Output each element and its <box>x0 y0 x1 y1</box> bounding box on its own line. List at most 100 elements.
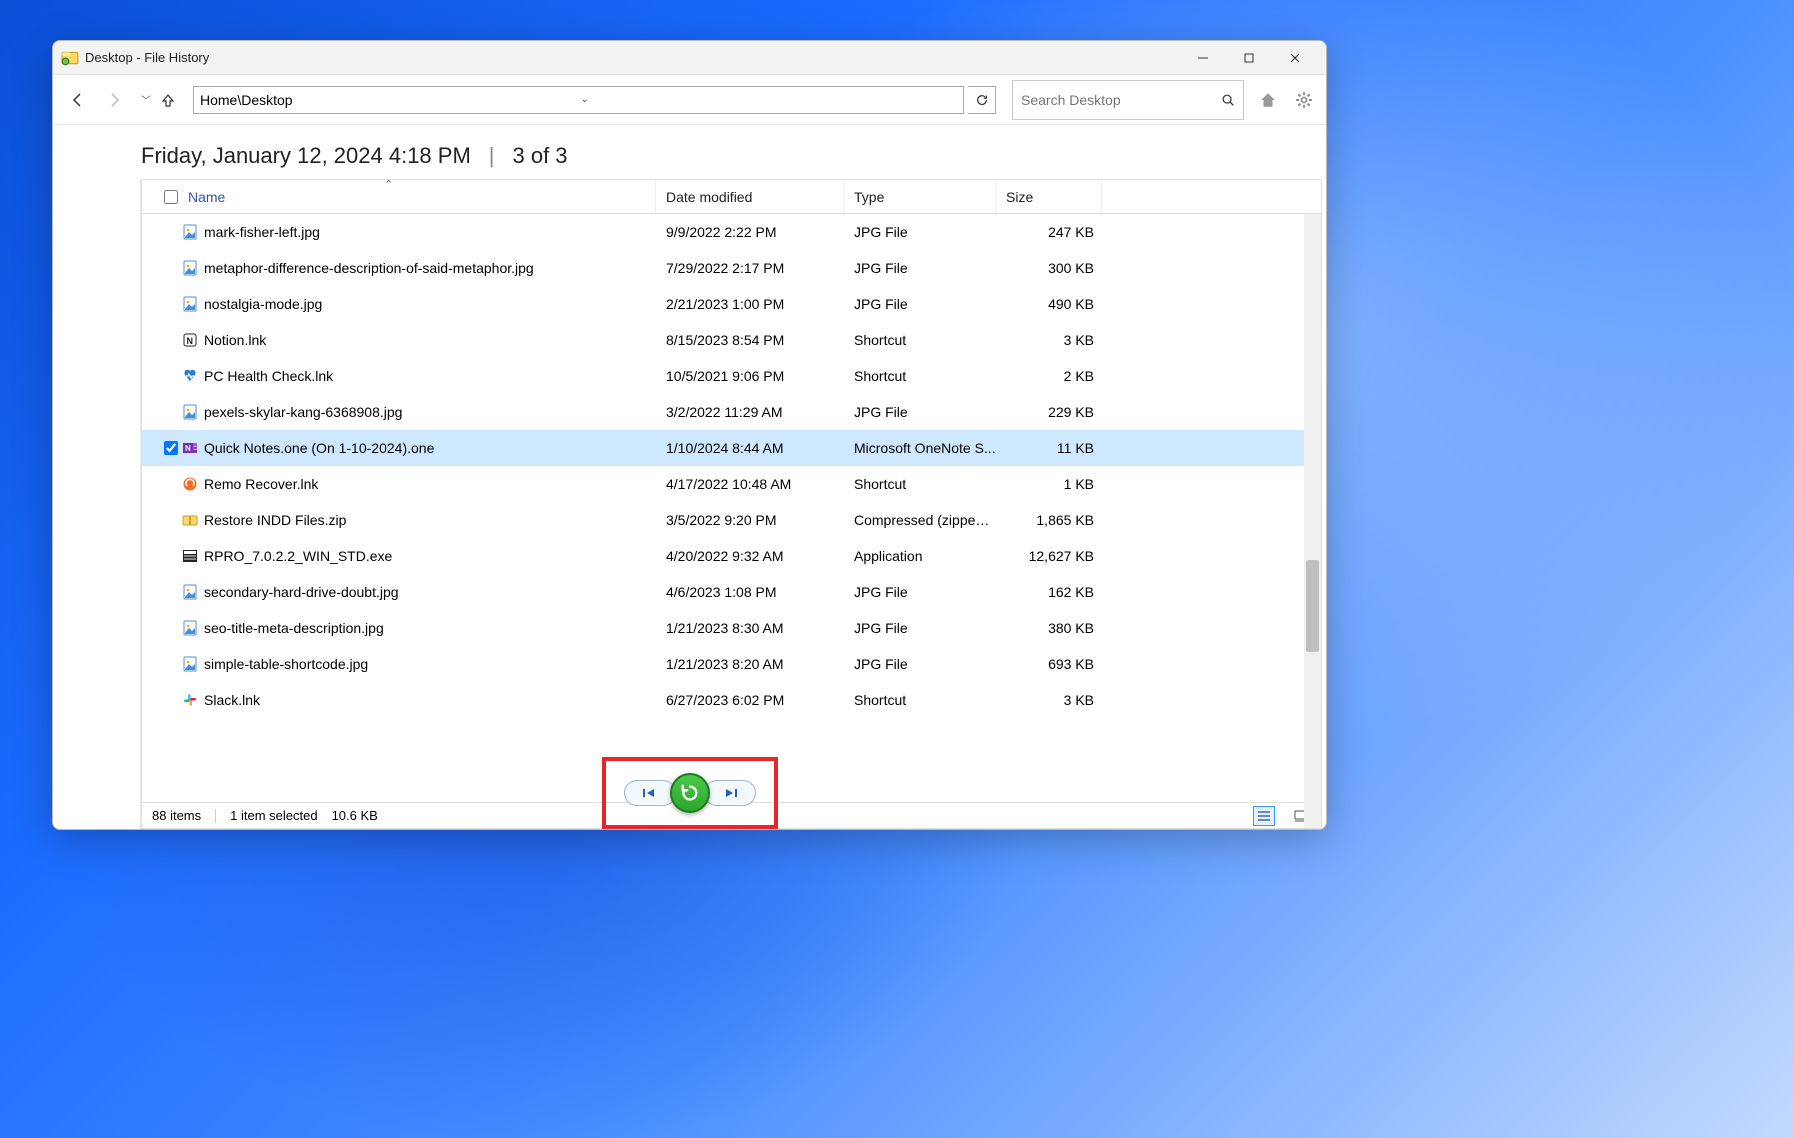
scroll-thumb[interactable] <box>1306 560 1319 652</box>
back-button[interactable] <box>63 85 93 115</box>
gear-icon[interactable] <box>1292 88 1316 112</box>
file-date: 6/27/2023 6:02 PM <box>656 692 844 708</box>
column-date[interactable]: Date modified <box>656 180 844 213</box>
table-row[interactable]: mark-fisher-left.jpg9/9/2022 2:22 PMJPG … <box>142 214 1321 250</box>
forward-button[interactable] <box>99 85 129 115</box>
version-timestamp: Friday, January 12, 2024 4:18 PM <box>141 143 471 169</box>
file-name: simple-table-shortcode.jpg <box>204 656 368 672</box>
file-size: 3 KB <box>996 692 1102 708</box>
status-selected-size: 10.6 KB <box>332 808 378 823</box>
file-name: metaphor-difference-description-of-said-… <box>204 260 534 276</box>
recent-dropdown-icon[interactable]: ﹀ <box>141 92 151 107</box>
table-row[interactable]: nostalgia-mode.jpg2/21/2023 1:00 PMJPG F… <box>142 286 1321 322</box>
table-row[interactable]: simple-table-shortcode.jpg1/21/2023 8:20… <box>142 646 1321 682</box>
table-row[interactable]: pexels-skylar-kang-6368908.jpg3/2/2022 1… <box>142 394 1321 430</box>
table-row[interactable]: RPRO_7.0.2.2_WIN_STD.exe 4/20/2022 9:32 A… <box>142 538 1321 574</box>
refresh-button[interactable] <box>968 86 996 114</box>
table-row[interactable]: Restore INDD Files.zip3/5/2022 9:20 PMCo… <box>142 502 1321 538</box>
file-type: JPG File <box>844 404 996 420</box>
file-size: 693 KB <box>996 656 1102 672</box>
table-row[interactable]: Slack.lnk 6/27/2023 6:02 PMShortcut3 KB <box>142 682 1321 718</box>
minimize-button[interactable] <box>1180 43 1226 73</box>
file-type: Shortcut <box>844 368 996 384</box>
file-name: Slack.lnk <box>204 692 260 708</box>
file-type: JPG File <box>844 620 996 636</box>
file-size: 11 KB <box>996 440 1102 456</box>
file-icon <box>182 584 198 600</box>
file-icon <box>182 260 198 276</box>
sort-indicator-icon: ⌃ <box>384 179 393 191</box>
file-type: Shortcut <box>844 692 996 708</box>
svg-text:N: N <box>187 336 194 346</box>
file-type: Compressed (zipped)... <box>844 512 996 528</box>
column-headers: ⌃ Name Date modified Type Size <box>142 180 1321 214</box>
file-list: ⌃ Name Date modified Type Size mark-fish… <box>141 179 1322 829</box>
file-icon <box>182 476 198 492</box>
file-size: 3 KB <box>996 332 1102 348</box>
file-name: RPRO_7.0.2.2_WIN_STD.exe <box>204 548 392 564</box>
table-row[interactable]: NNotion.lnk8/15/2023 8:54 PMShortcut3 KB <box>142 322 1321 358</box>
file-type: JPG File <box>844 224 996 240</box>
file-icon <box>182 692 198 708</box>
column-type[interactable]: Type <box>844 180 996 213</box>
app-icon <box>61 49 79 67</box>
table-row[interactable]: NQuick Notes.one (On 1-10-2024).one1/10/… <box>142 430 1321 466</box>
search-box[interactable] <box>1012 80 1244 120</box>
file-date: 4/20/2022 9:32 AM <box>656 548 844 564</box>
select-all-checkbox[interactable] <box>164 190 178 204</box>
up-button[interactable] <box>153 85 183 115</box>
file-icon: N <box>182 440 198 456</box>
file-name: PC Health Check.lnk <box>204 368 333 384</box>
file-date: 8/15/2023 8:54 PM <box>656 332 844 348</box>
file-name: seo-title-meta-description.jpg <box>204 620 384 636</box>
file-icon <box>182 368 198 384</box>
table-row[interactable]: Remo Recover.lnk 4/17/2022 10:48 AMShortc… <box>142 466 1321 502</box>
version-nav-controls <box>602 757 778 829</box>
file-size: 300 KB <box>996 260 1102 276</box>
search-input[interactable] <box>1021 92 1221 108</box>
maximize-button[interactable] <box>1226 43 1272 73</box>
file-size: 490 KB <box>996 296 1102 312</box>
table-row[interactable]: PC Health Check.lnk10/5/2021 9:06 PMShor… <box>142 358 1321 394</box>
file-icon <box>182 512 198 528</box>
file-icon <box>182 620 198 636</box>
status-total: 88 items <box>152 808 201 823</box>
home-icon[interactable] <box>1256 88 1280 112</box>
status-selected: 1 item selected <box>230 808 317 823</box>
file-history-window: Desktop - File History ﹀ Home\Desktop ⌄ <box>52 40 1327 830</box>
file-date: 3/5/2022 9:20 PM <box>656 512 844 528</box>
file-name: Remo Recover.lnk <box>204 476 318 492</box>
close-button[interactable] <box>1272 43 1318 73</box>
previous-version-button[interactable] <box>624 780 676 806</box>
column-size[interactable]: Size <box>996 180 1102 213</box>
file-icon <box>182 404 198 420</box>
row-checkbox[interactable] <box>164 441 178 455</box>
details-view-button[interactable] <box>1253 806 1275 826</box>
version-header: Friday, January 12, 2024 4:18 PM | 3 of … <box>141 125 1326 179</box>
file-date: 3/2/2022 11:29 AM <box>656 404 844 420</box>
file-date: 4/17/2022 10:48 AM <box>656 476 844 492</box>
toolbar: ﹀ Home\Desktop ⌄ <box>53 75 1326 125</box>
column-name[interactable]: Name <box>178 180 656 213</box>
table-row[interactable]: metaphor-difference-description-of-said-… <box>142 250 1321 286</box>
restore-button[interactable] <box>670 773 710 813</box>
next-version-button[interactable] <box>704 780 756 806</box>
table-row[interactable]: seo-title-meta-description.jpg1/21/2023 … <box>142 610 1321 646</box>
file-size: 1,865 KB <box>996 512 1102 528</box>
address-bar[interactable]: Home\Desktop ⌄ <box>193 86 964 114</box>
file-size: 162 KB <box>996 584 1102 600</box>
file-size: 380 KB <box>996 620 1102 636</box>
search-icon[interactable] <box>1221 93 1235 107</box>
file-icon <box>182 224 198 240</box>
file-icon: N <box>182 332 198 348</box>
file-date: 2/21/2023 1:00 PM <box>656 296 844 312</box>
file-type: Shortcut <box>844 476 996 492</box>
address-dropdown-icon[interactable]: ⌄ <box>581 94 958 105</box>
file-date: 1/10/2024 8:44 AM <box>656 440 844 456</box>
scrollbar[interactable] <box>1304 214 1321 828</box>
window-title: Desktop - File History <box>85 50 1180 65</box>
file-type: JPG File <box>844 260 996 276</box>
file-date: 9/9/2022 2:22 PM <box>656 224 844 240</box>
file-date: 7/29/2022 2:17 PM <box>656 260 844 276</box>
table-row[interactable]: secondary-hard-drive-doubt.jpg4/6/2023 1… <box>142 574 1321 610</box>
